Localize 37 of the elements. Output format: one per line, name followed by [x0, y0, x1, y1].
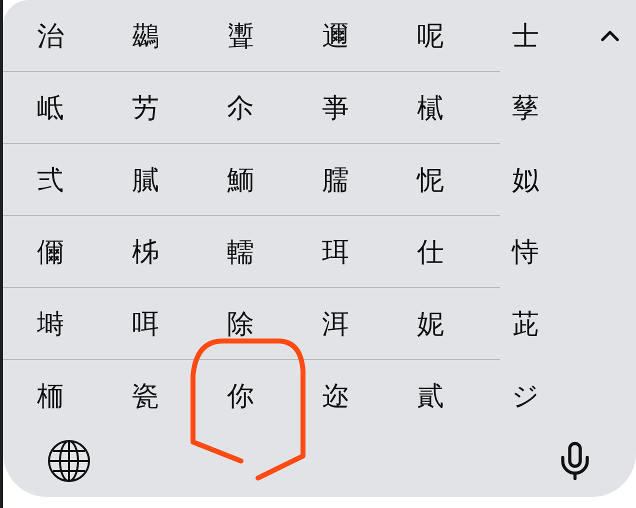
candidate-key[interactable]: ジ — [512, 382, 540, 410]
candidate-key[interactable]: 洱 — [322, 310, 349, 338]
candidate-key[interactable]: 怩 — [417, 166, 444, 194]
candidate-key[interactable]: 膩 — [132, 166, 159, 194]
candidate-key[interactable]: 儞 — [37, 238, 64, 266]
candidate-key[interactable]: 弍 — [37, 166, 64, 194]
candidate-key[interactable]: 瓷 — [132, 382, 159, 410]
candidate-key[interactable]: 臑 — [322, 166, 349, 194]
globe-icon[interactable] — [47, 438, 91, 482]
candidate-key[interactable]: 迩 — [322, 382, 349, 410]
candidate-key[interactable]: 鷀 — [132, 22, 159, 50]
candidate-key[interactable]: 士 — [512, 22, 539, 50]
candidate-key[interactable]: 聻 — [227, 22, 254, 50]
candidate-key[interactable]: 鮞 — [227, 166, 254, 194]
candidate-key[interactable]: 栭 — [37, 382, 64, 410]
candidate-key[interactable]: 艻 — [132, 94, 159, 122]
candidate-key[interactable]: 妮 — [417, 310, 444, 338]
candidate-key[interactable]: 轜 — [227, 238, 254, 266]
candidate-key[interactable]: 姒 — [512, 166, 539, 194]
candidate-key[interactable]: 珥 — [322, 238, 349, 266]
candidate-key[interactable]: 岻 — [37, 94, 64, 122]
candidate-key[interactable]: 你 — [227, 382, 254, 410]
candidate-key[interactable]: 柹 — [132, 238, 159, 266]
candidate-key[interactable]: 咡 — [132, 310, 159, 338]
candidate-key[interactable]: 恃 — [512, 238, 539, 266]
candidate-key[interactable]: 茈 — [512, 310, 539, 338]
candidate-key[interactable]: 仕 — [417, 238, 444, 266]
candidate-key[interactable]: 呢 — [417, 22, 444, 50]
candidate-key[interactable]: 貳 — [417, 382, 444, 410]
candidate-key[interactable]: 除 — [227, 310, 254, 338]
candidate-key[interactable]: 塒 — [37, 310, 64, 338]
candidate-key[interactable]: 治 — [37, 22, 64, 50]
candidate-key[interactable]: 樲 — [417, 94, 444, 122]
candidate-key[interactable]: 亊 — [322, 94, 349, 122]
candidate-key[interactable]: 孶 — [512, 94, 539, 122]
candidate-key[interactable]: 邇 — [322, 22, 349, 50]
candidate-key[interactable]: 尒 — [227, 94, 254, 122]
